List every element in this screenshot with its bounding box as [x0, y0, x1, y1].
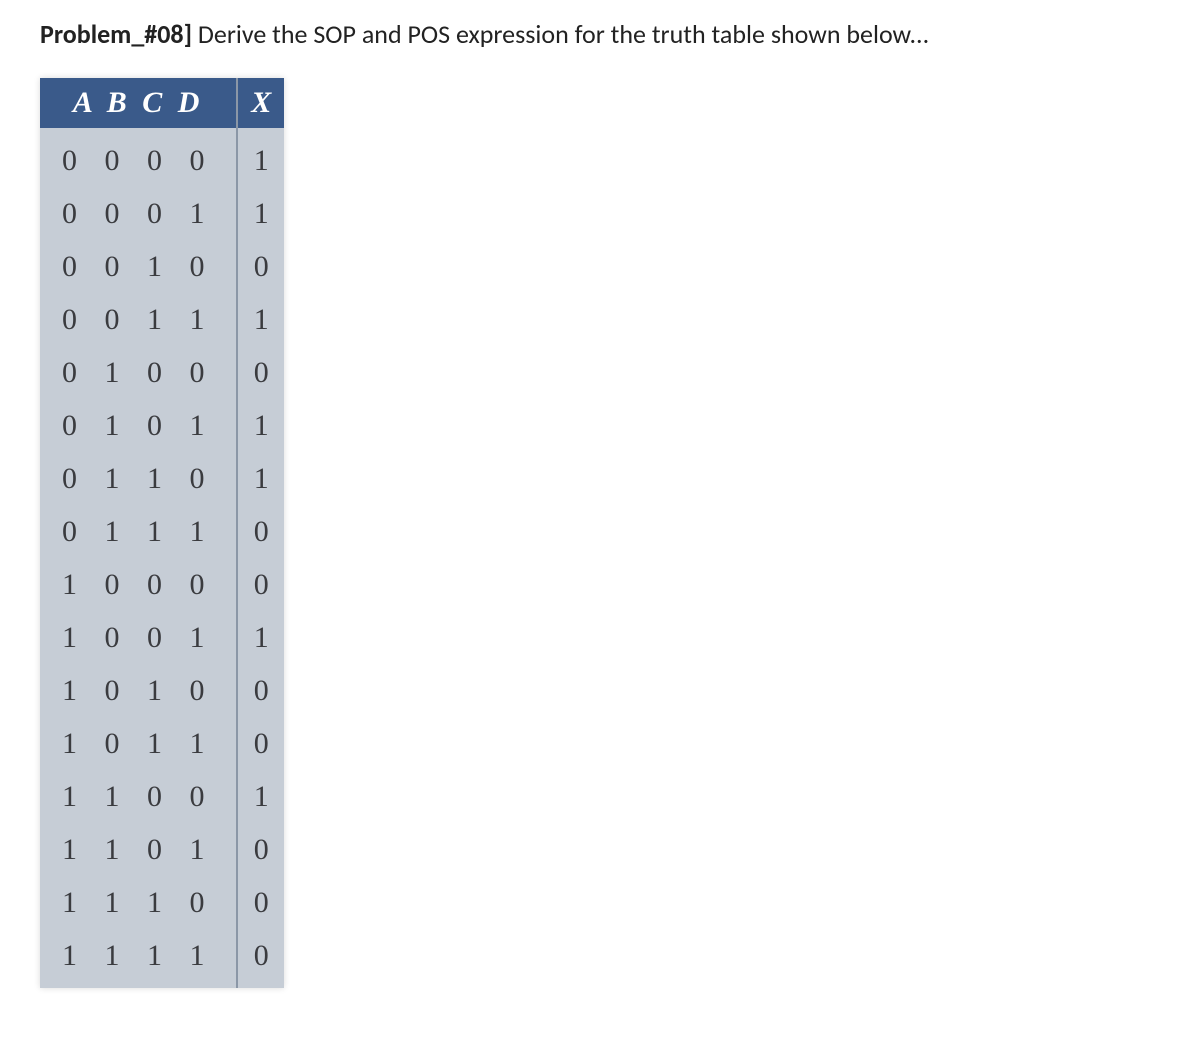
truth-table-body: 0 0 0 010 0 0 110 0 1 000 0 1 110 1 0 00…	[40, 128, 284, 988]
table-row: 1 1 0 01	[40, 770, 284, 823]
cell-output: 0	[237, 664, 284, 717]
cell-inputs: 1 1 1 1	[40, 929, 237, 988]
table-row: 0 1 1 10	[40, 505, 284, 558]
problem-label: Problem_#08]	[40, 18, 192, 50]
cell-output: 1	[237, 611, 284, 664]
cell-inputs: 1 1 0 0	[40, 770, 237, 823]
cell-inputs: 1 1 1 0	[40, 876, 237, 929]
table-row: 0 1 0 11	[40, 399, 284, 452]
cell-output: 1	[237, 187, 284, 240]
cell-output: 1	[237, 399, 284, 452]
cell-output: 0	[237, 240, 284, 293]
cell-inputs: 0 1 0 0	[40, 346, 237, 399]
cell-inputs: 0 1 1 1	[40, 505, 237, 558]
cell-output: 0	[237, 823, 284, 876]
truth-table: A B C D X 0 0 0 010 0 0 110 0 1 000 0 1 …	[40, 78, 284, 988]
cell-output: 0	[237, 505, 284, 558]
cell-output: 0	[237, 876, 284, 929]
cell-output: 0	[237, 929, 284, 988]
cell-inputs: 1 0 0 0	[40, 558, 237, 611]
cell-inputs: 0 1 1 0	[40, 452, 237, 505]
header-output: X	[237, 78, 284, 128]
cell-inputs: 0 0 0 1	[40, 187, 237, 240]
table-row: 1 0 1 00	[40, 664, 284, 717]
table-row: 0 0 0 11	[40, 187, 284, 240]
cell-inputs: 0 0 1 1	[40, 293, 237, 346]
problem-text: Derive the SOP and POS expression for th…	[198, 18, 929, 50]
cell-inputs: 1 0 1 1	[40, 717, 237, 770]
table-row: 0 0 1 11	[40, 293, 284, 346]
table-row: 0 0 1 00	[40, 240, 284, 293]
table-row: 1 0 0 00	[40, 558, 284, 611]
cell-output: 1	[237, 128, 284, 187]
cell-inputs: 1 0 1 0	[40, 664, 237, 717]
table-row: 0 1 1 01	[40, 452, 284, 505]
table-row: 1 0 0 11	[40, 611, 284, 664]
header-inputs: A B C D	[40, 78, 237, 128]
problem-statement: Problem_#08] Derive the SOP and POS expr…	[40, 18, 1160, 50]
cell-inputs: 0 1 0 1	[40, 399, 237, 452]
table-row: 1 1 1 10	[40, 929, 284, 988]
cell-output: 1	[237, 452, 284, 505]
table-row: 0 1 0 00	[40, 346, 284, 399]
cell-inputs: 1 0 0 1	[40, 611, 237, 664]
cell-output: 1	[237, 293, 284, 346]
cell-output: 1	[237, 770, 284, 823]
cell-output: 0	[237, 346, 284, 399]
table-row: 1 1 0 10	[40, 823, 284, 876]
table-row: 1 1 1 00	[40, 876, 284, 929]
cell-inputs: 1 1 0 1	[40, 823, 237, 876]
cell-output: 0	[237, 558, 284, 611]
cell-inputs: 0 0 0 0	[40, 128, 237, 187]
cell-output: 0	[237, 717, 284, 770]
table-row: 0 0 0 01	[40, 128, 284, 187]
table-row: 1 0 1 10	[40, 717, 284, 770]
cell-inputs: 0 0 1 0	[40, 240, 237, 293]
